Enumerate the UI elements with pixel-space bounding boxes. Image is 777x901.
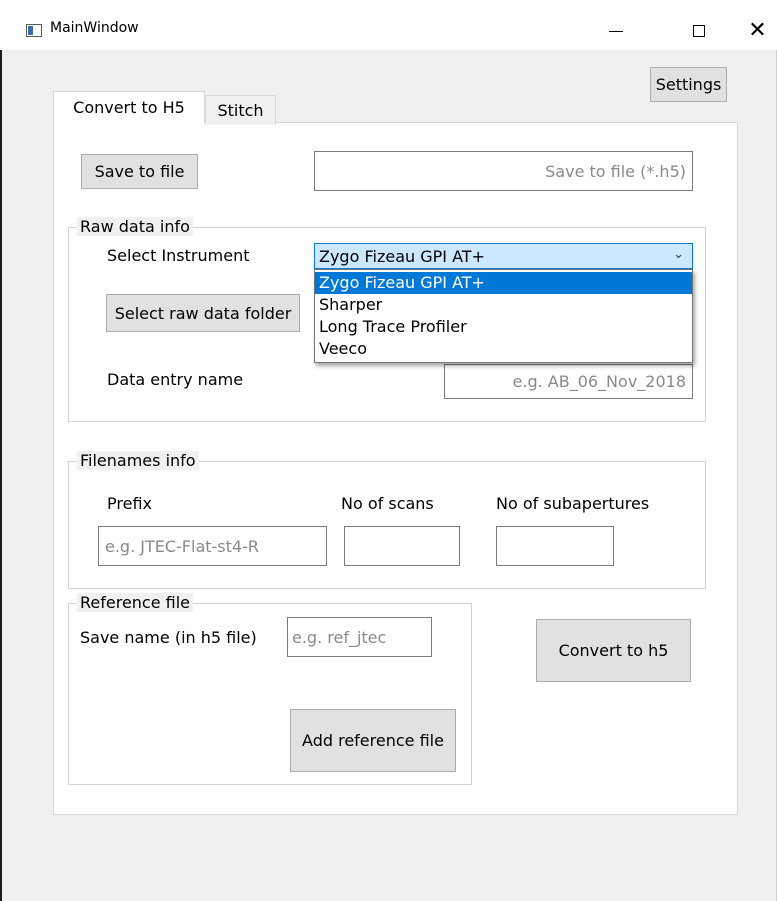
save-path-input[interactable] [314, 151, 693, 191]
instrument-option[interactable]: Veeco [315, 338, 692, 360]
data-entry-name-label: Data entry name [107, 370, 244, 389]
settings-button[interactable]: Settings [650, 67, 727, 102]
instrument-option[interactable]: Long Trace Profiler [315, 316, 692, 338]
app-icon [26, 24, 42, 37]
instrument-option[interactable]: Sharper [315, 294, 692, 316]
raw-data-legend: Raw data info [77, 217, 193, 236]
convert-to-h5-button[interactable]: Convert to h5 [536, 619, 691, 682]
tab-stitch[interactable]: Stitch [205, 95, 276, 125]
instrument-select[interactable]: Zygo Fizeau GPI AT+ ⌄ [314, 243, 693, 269]
prefix-input[interactable] [98, 526, 327, 566]
tab-stitch-label: Stitch [217, 101, 264, 120]
no-of-scans-input[interactable] [344, 526, 460, 566]
save-name-input[interactable] [287, 617, 432, 657]
select-instrument-label: Select Instrument [107, 246, 250, 265]
title-bar: MainWindow ✕ [0, 0, 777, 50]
instrument-dropdown-list: Zygo Fizeau GPI AT+ Sharper Long Trace P… [314, 269, 693, 363]
filenames-legend: Filenames info [77, 451, 199, 470]
add-reference-file-button[interactable]: Add reference file [290, 709, 456, 772]
chevron-down-icon: ⌄ [673, 247, 684, 262]
close-icon: ✕ [748, 18, 767, 43]
no-of-scans-label: No of scans [341, 494, 434, 513]
save-to-file-button[interactable]: Save to file [81, 154, 198, 189]
minimize-icon [609, 30, 623, 32]
minimize-button[interactable] [593, 14, 639, 48]
close-button[interactable]: ✕ [738, 14, 777, 48]
tab-convert-to-h5[interactable]: Convert to H5 [53, 91, 205, 123]
reference-file-legend: Reference file [77, 593, 194, 612]
window-title: MainWindow [50, 20, 139, 36]
maximize-icon [693, 25, 705, 37]
filenames-group [68, 461, 706, 589]
tab-convert-label: Convert to H5 [73, 98, 185, 117]
select-raw-data-folder-button[interactable]: Select raw data folder [106, 294, 300, 332]
data-entry-name-input[interactable] [444, 364, 693, 399]
save-name-label: Save name (in h5 file) [80, 628, 257, 647]
no-of-subapertures-input[interactable] [496, 526, 614, 566]
maximize-button[interactable] [676, 14, 722, 48]
instrument-option[interactable]: Zygo Fizeau GPI AT+ [315, 272, 692, 294]
instrument-select-value: Zygo Fizeau GPI AT+ [319, 246, 485, 266]
prefix-label: Prefix [107, 494, 152, 513]
no-of-subapertures-label: No of subapertures [496, 494, 650, 513]
